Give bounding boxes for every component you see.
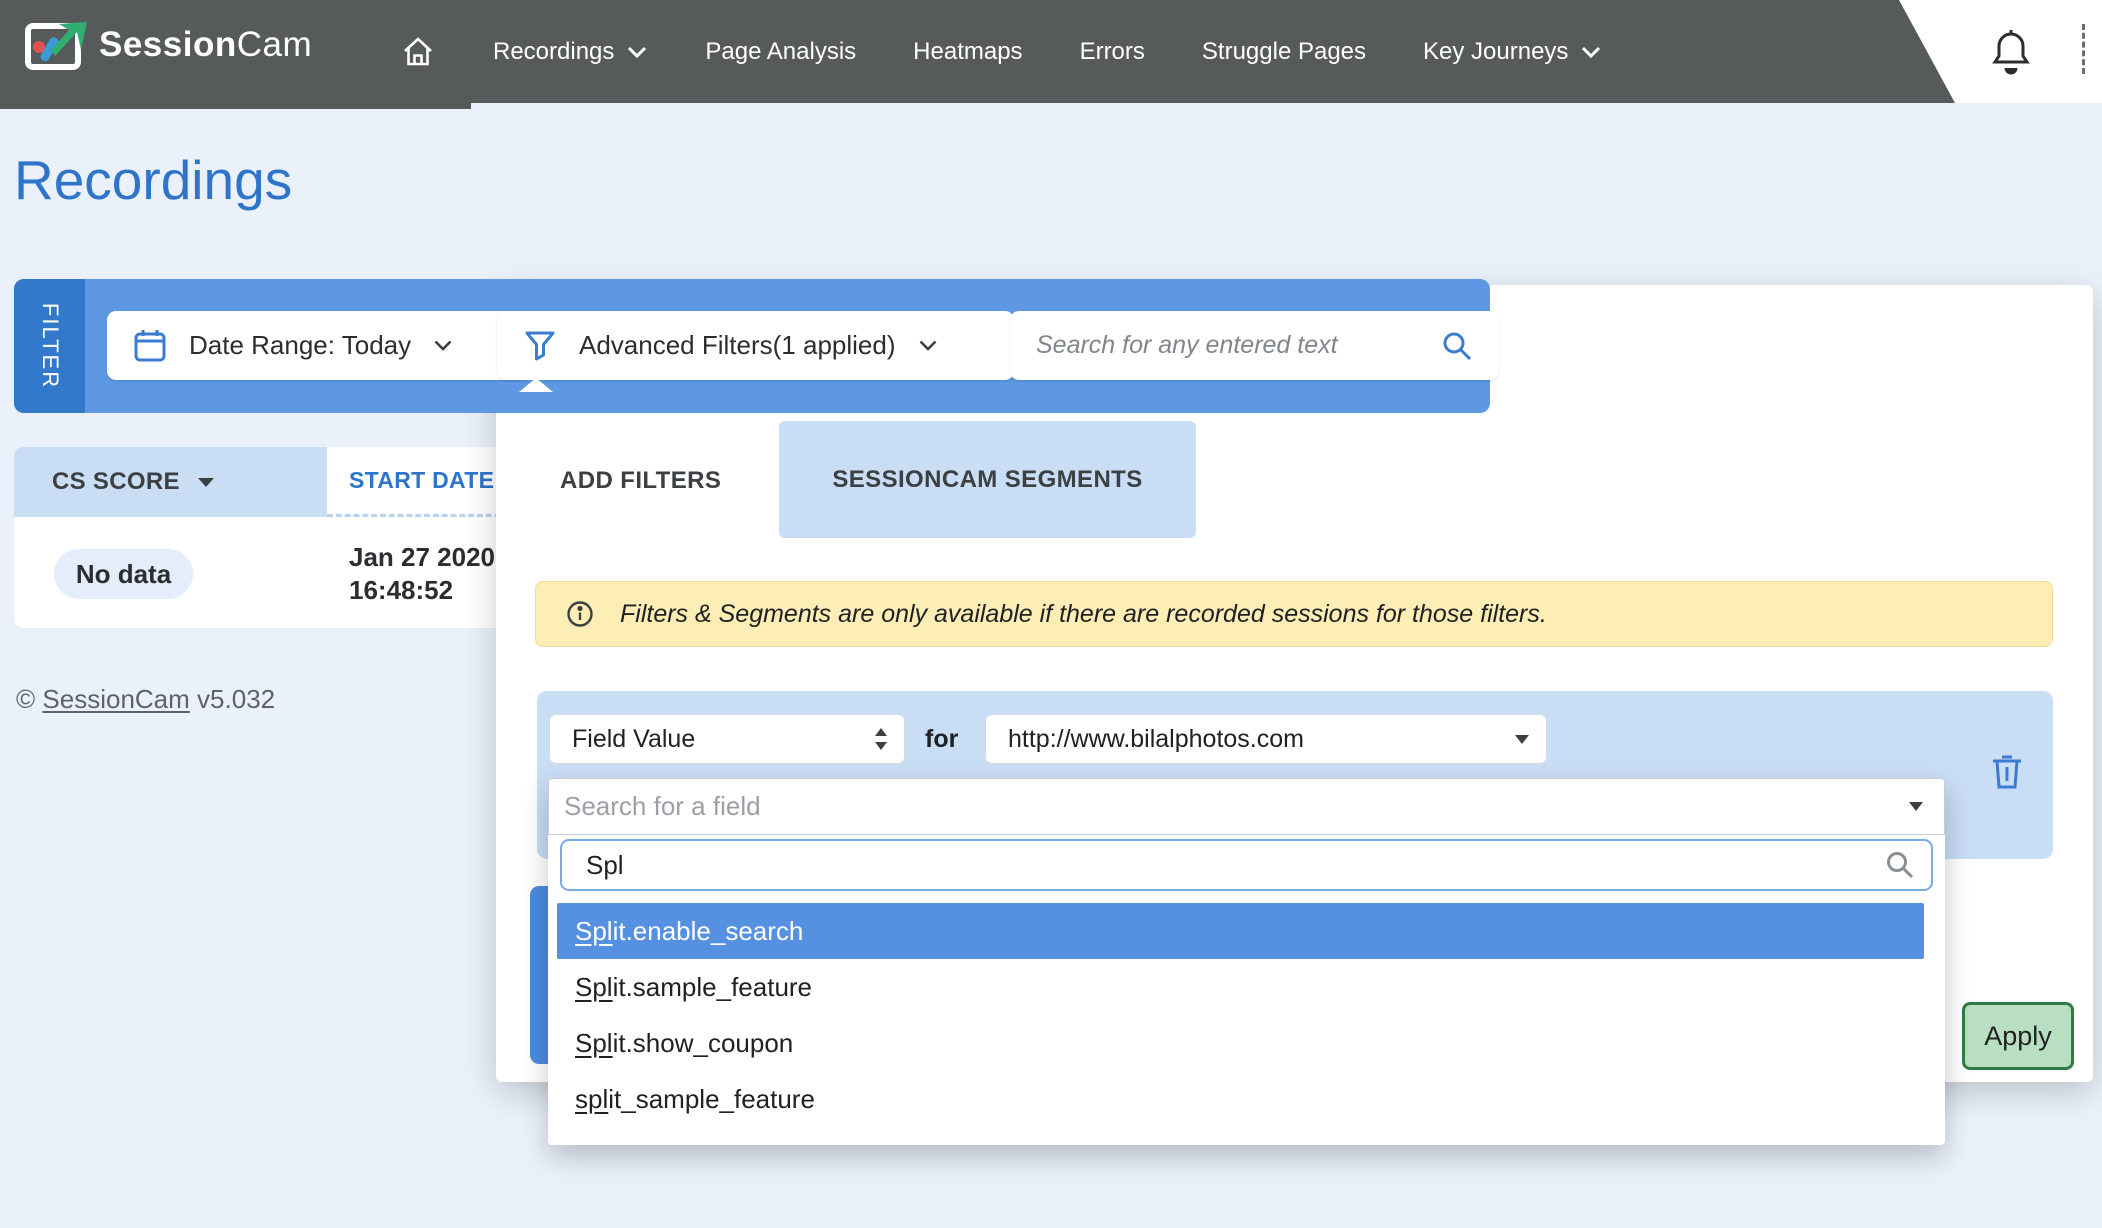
cs-score-label: CS SCORE [52,468,180,496]
text-search-placeholder: Search for any entered text [1036,331,1338,360]
filter-collapse-tab[interactable]: FILTER [14,279,85,413]
cs-score-badge: No data [54,549,193,599]
for-label: for [925,714,958,764]
more-menu-icon[interactable] [2082,24,2085,74]
brand-name: SessionCam [99,25,312,65]
nav-key-journeys-label: Key Journeys [1423,38,1568,66]
field-option[interactable]: Split.show_coupon [557,1015,1924,1071]
chevron-down-icon [433,339,453,352]
field-type-value: Field Value [572,725,695,754]
info-icon [566,600,594,628]
dropdown-connector-arrow [519,378,553,392]
page-title: Recordings [14,148,292,212]
chevron-down-icon [918,339,938,352]
start-date-label: START DATE [349,467,494,494]
calendar-icon [133,328,167,364]
field-options-list: Split.enable_searchSplit.sample_featureS… [557,903,1924,1127]
apply-button[interactable]: Apply [1962,1002,2074,1070]
app-window: SessionCam Recordings Page Analysis Heat… [0,0,2102,1228]
caret-down-icon [1908,801,1924,812]
search-icon[interactable] [1441,330,1473,362]
filter-tab-label: FILTER [37,303,63,389]
table-row[interactable]: No data Jan 27 2020, 16:48:52 [14,517,527,628]
field-option[interactable]: split_sample_feature [557,1071,1924,1127]
brand-logo[interactable]: SessionCam [25,20,312,70]
chevron-down-icon [626,45,648,59]
caret-down-icon [1514,734,1530,745]
nav-heatmaps[interactable]: Heatmaps [913,38,1022,66]
date-range-button[interactable]: Date Range: Today [107,311,527,380]
sessioncam-logo-icon [25,20,87,70]
field-search-input[interactable]: Spl [560,839,1933,891]
nav-errors[interactable]: Errors [1080,38,1145,66]
footer-sessioncam-link[interactable]: SessionCam [42,684,189,714]
text-search-input[interactable]: Search for any entered text [1010,311,1499,380]
delete-filter-icon[interactable] [1989,751,2029,791]
nav-key-journeys[interactable]: Key Journeys [1423,38,1602,66]
nav-menu: Recordings Page Analysis Heatmaps Errors… [400,0,1602,103]
navbar-edge [0,103,471,109]
filter-bar: FILTER Date Range: Today Advanced Filter… [14,279,1490,413]
field-option[interactable]: Split.enable_search [557,903,1924,959]
site-value: http://www.bilalphotos.com [1008,725,1304,754]
search-icon [1885,850,1915,880]
home-icon [400,34,436,70]
notifications-bell-icon[interactable] [1991,28,2031,76]
chevron-down-icon [1580,45,1602,59]
field-search-dropdown: Search for a field Spl Split.enable_sear… [548,778,1945,1145]
field-select-placeholder: Search for a field [564,791,761,822]
field-select-box[interactable]: Search for a field [548,778,1945,835]
field-option[interactable]: Split.sample_feature [557,959,1924,1015]
info-banner: Filters & Segments are only available if… [535,581,2053,647]
advanced-filters-button[interactable]: Advanced Filters(1 applied) [497,311,1014,380]
field-type-select[interactable]: Field Value [549,714,905,764]
nav-recordings-label: Recordings [493,38,614,66]
start-date-value: Jan 27 2020, 16:48:52 [349,541,502,607]
footer-copyright: © SessionCam v5.032 [16,684,275,715]
sort-desc-icon [196,476,216,488]
top-navbar: SessionCam Recordings Page Analysis Heat… [0,0,2102,103]
date-range-label: Date Range: Today [189,330,411,361]
nav-home[interactable] [400,34,436,70]
nav-recordings[interactable]: Recordings [493,38,648,66]
navbar-corner-cutout [1899,0,2102,103]
tab-add-filters[interactable]: ADD FILTERS [540,448,741,514]
site-select[interactable]: http://www.bilalphotos.com [985,714,1547,764]
tab-sessioncam-segments[interactable]: SESSIONCAM SEGMENTS [779,421,1196,538]
nav-struggle-pages[interactable]: Struggle Pages [1202,38,1366,66]
nav-page-analysis[interactable]: Page Analysis [705,38,856,66]
advanced-filters-label: Advanced Filters(1 applied) [579,330,896,361]
field-search-query: Spl [586,850,624,881]
column-header-cs-score[interactable]: CS SCORE [14,447,327,517]
sort-updown-icon [874,726,888,752]
filter-funnel-icon [523,329,557,363]
info-banner-text: Filters & Segments are only available if… [620,600,1547,629]
